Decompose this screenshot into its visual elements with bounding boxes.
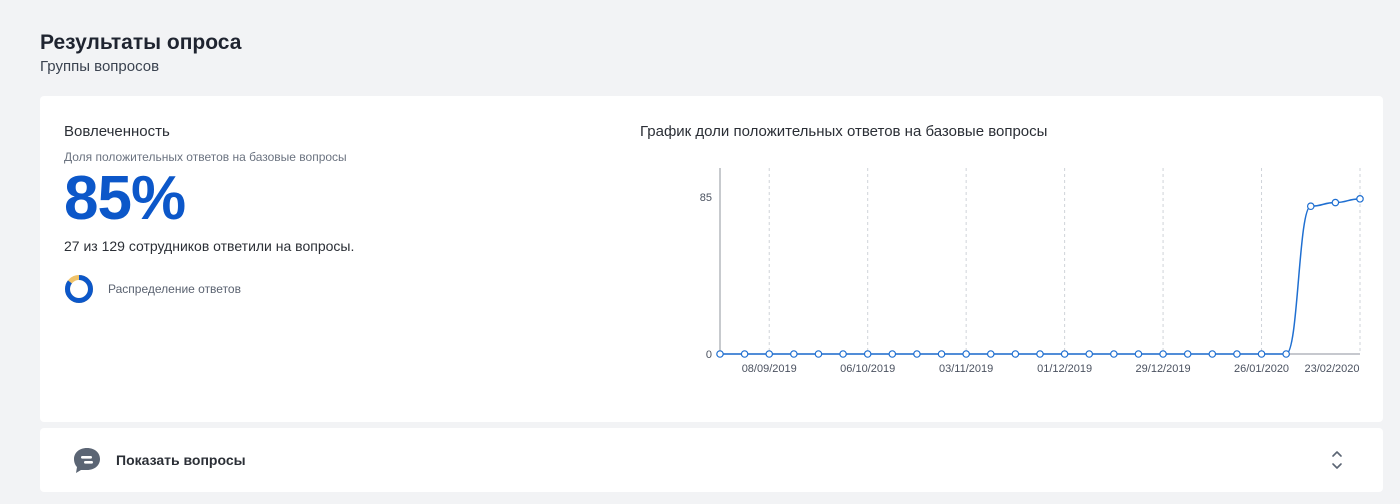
data-point bbox=[1356, 195, 1364, 203]
engagement-subtitle: Доля положительных ответов на базовые во… bbox=[64, 150, 347, 164]
page-subtitle: Группы вопросов bbox=[40, 58, 160, 75]
show-questions-label: Показать вопросы bbox=[116, 452, 246, 468]
data-point bbox=[913, 350, 921, 358]
data-point bbox=[937, 350, 946, 358]
engagement-card: Вовлеченность Доля положительных ответов… bbox=[40, 96, 1383, 422]
data-point bbox=[1085, 350, 1094, 358]
engagement-value: 85% bbox=[64, 164, 186, 233]
data-point bbox=[1060, 350, 1069, 358]
data-point bbox=[1159, 350, 1167, 358]
data-point bbox=[814, 350, 823, 358]
data-point bbox=[1183, 350, 1192, 358]
show-questions-button[interactable]: Показать вопросы bbox=[72, 444, 246, 476]
data-point bbox=[765, 350, 774, 358]
x-tick-label: 06/10/2019 bbox=[840, 363, 895, 375]
data-point bbox=[888, 350, 897, 358]
data-point bbox=[1208, 350, 1217, 358]
data-point bbox=[1134, 350, 1143, 358]
data-point bbox=[716, 350, 724, 358]
data-point bbox=[986, 350, 995, 358]
distribution-label: Распределение ответов bbox=[108, 282, 241, 296]
data-point bbox=[1233, 350, 1241, 358]
chart-title: График доли положительных ответов на баз… bbox=[640, 123, 1048, 140]
series-line bbox=[720, 198, 1361, 355]
x-tick-label: 08/09/2019 bbox=[742, 363, 797, 375]
data-point bbox=[1306, 202, 1315, 211]
x-tick-label: 01/12/2019 bbox=[1037, 363, 1092, 375]
line-chart: 0 85 08/09/2019 06/10/2019 03/11/2019 01/12/2… bbox=[700, 168, 1364, 375]
x-tick-label: 29/12/2019 bbox=[1136, 363, 1191, 375]
page-header: Результаты опроса Группы вопросов bbox=[40, 30, 241, 78]
data-point bbox=[790, 350, 798, 358]
page-title: Результаты опроса bbox=[40, 31, 242, 54]
questions-panel: Показать вопросы bbox=[40, 428, 1383, 492]
data-point bbox=[1036, 350, 1044, 358]
y-tick-label: 85 bbox=[700, 192, 712, 204]
chevron-up-down-icon[interactable] bbox=[1331, 448, 1343, 472]
data-point bbox=[740, 350, 749, 358]
donut-chart-icon bbox=[65, 275, 93, 303]
engagement-summary: Вовлеченность Доля положительных ответов… bbox=[64, 122, 354, 304]
data-point bbox=[839, 350, 847, 358]
x-tick-label: 03/11/2019 bbox=[939, 363, 993, 375]
data-point bbox=[1282, 350, 1290, 358]
data-point bbox=[1257, 350, 1266, 358]
data-point bbox=[863, 350, 872, 358]
chat-bubble-icon bbox=[74, 448, 100, 473]
data-point bbox=[1011, 350, 1020, 358]
data-point bbox=[962, 350, 970, 358]
engagement-description: 27 из 129 сотрудников ответили на вопрос… bbox=[64, 238, 355, 254]
data-point bbox=[1331, 198, 1340, 207]
x-tick-label: 23/02/2020 bbox=[1304, 363, 1359, 375]
y-tick-label: 0 bbox=[706, 349, 712, 361]
x-tick-label: 26/01/2020 bbox=[1234, 363, 1289, 375]
data-point bbox=[1110, 350, 1118, 358]
distribution-link[interactable]: Распределение ответов bbox=[64, 274, 354, 304]
engagement-title: Вовлеченность bbox=[64, 123, 170, 140]
